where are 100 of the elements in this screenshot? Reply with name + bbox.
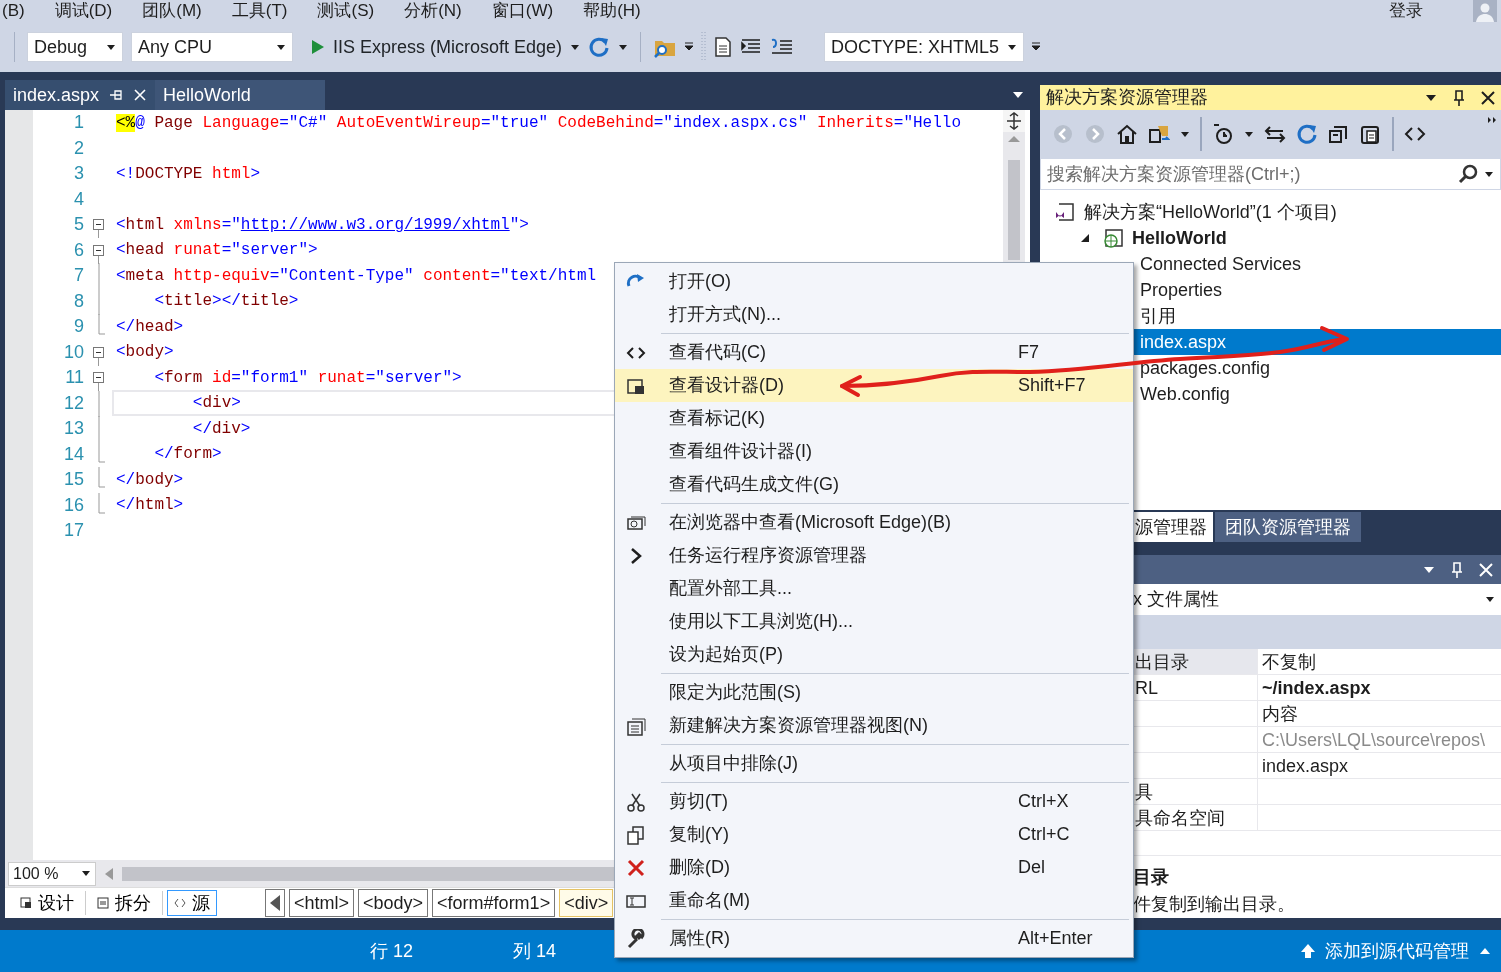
line-number: 4 <box>73 187 84 211</box>
collapse-icon[interactable] <box>1328 123 1350 145</box>
refresh-icon[interactable] <box>588 36 611 58</box>
code-line: </html> <box>115 495 185 517</box>
caret-icon <box>1485 596 1495 603</box>
overflow-icon[interactable] <box>685 42 694 52</box>
document-tab[interactable]: index.aspx <box>5 80 156 110</box>
outline-guide <box>97 492 106 514</box>
line-number: 17 <box>62 519 84 543</box>
copy-icon[interactable] <box>1360 123 1382 145</box>
breadcrumb[interactable]: <div> <box>559 889 614 917</box>
code-line: <head runat="server"> <box>115 240 319 262</box>
menu-item[interactable]: 查看设计器(D) Shift+F7 <box>615 369 1133 402</box>
line-number: 14 <box>62 442 84 466</box>
dropdown-icon[interactable] <box>1425 93 1437 102</box>
document-tab[interactable]: HelloWorld <box>155 80 326 110</box>
menu-item[interactable]: 查看标记(K) <box>615 402 1133 435</box>
home-icon[interactable] <box>1116 123 1138 145</box>
property-value: C:\Users\LQL\source\repos\ <box>1261 728 1486 752</box>
menu-item[interactable]: 属性(R) Alt+Enter <box>615 922 1133 955</box>
search-icon[interactable] <box>1458 164 1478 184</box>
menu-item[interactable]: 测试(S) <box>317 1 375 21</box>
menu-item[interactable]: 查看组件设计器(I) <box>615 435 1133 468</box>
document-icon[interactable] <box>714 37 733 57</box>
close-icon[interactable] <box>1481 90 1495 105</box>
pin-icon[interactable] <box>1453 89 1465 106</box>
line-number: 15 <box>62 468 84 492</box>
caret-up-icon[interactable] <box>1479 947 1491 955</box>
caret-icon <box>276 43 286 51</box>
menu-item[interactable]: 窗口(W) <box>491 1 554 21</box>
split-view-icon <box>97 897 109 909</box>
caret-icon <box>618 43 629 51</box>
comment-icon[interactable] <box>770 38 795 56</box>
breadcrumb[interactable]: <form#form1> <box>432 889 556 917</box>
configuration-dropdown[interactable]: Debug <box>27 32 123 62</box>
left-arrow-icon <box>269 894 281 912</box>
expanded-icon[interactable] <box>1080 233 1090 243</box>
tree-item[interactable]: HelloWorld <box>1040 225 1501 251</box>
web-project-icon <box>1102 227 1124 249</box>
breadcrumb[interactable]: <body> <box>358 889 429 917</box>
dropdown-icon[interactable] <box>1423 565 1435 574</box>
panel-tab[interactable]: 团队资源管理器 <box>1215 512 1361 542</box>
overflow-icon[interactable] <box>1487 116 1497 124</box>
search-field[interactable]: 搜索解决方案资源管理器(Ctrl+;) <box>1040 158 1501 190</box>
solution-icon <box>1054 201 1076 223</box>
menu-item[interactable]: 查看代码生成文件(G) <box>615 468 1133 501</box>
close-icon[interactable] <box>133 88 148 102</box>
menu-item[interactable]: 在浏览器中查看(Microsoft Edge)(B) <box>615 506 1133 539</box>
run-button[interactable]: IIS Express (Microsoft Edge) <box>311 33 581 61</box>
line-number: 8 <box>73 289 84 313</box>
property-value[interactable]: index.aspx <box>1258 752 1349 778</box>
sign-in-link[interactable]: 登录 <box>1389 1 1423 21</box>
menu-item[interactable]: 帮助(H) <box>583 1 641 21</box>
code-line: <form id="form1" runat="server"> <box>153 367 463 389</box>
menu-item[interactable]: 打开方式(N)... <box>615 298 1133 331</box>
tree-item[interactable]: 解决方案“HelloWorld”(1 个项目) <box>1040 199 1501 225</box>
doctype-dropdown[interactable]: DOCTYPE: XHTML5 <box>824 32 1025 62</box>
property-value[interactable]: 内容 <box>1258 700 1298 726</box>
delete-icon <box>626 857 646 878</box>
line-number: 6 <box>73 238 84 262</box>
menu-item[interactable]: 工具(T) <box>231 1 288 21</box>
copy-icon <box>626 824 646 845</box>
menu-item[interactable]: (B) <box>2 1 25 21</box>
zoom-dropdown[interactable]: 100 % <box>8 861 96 886</box>
pin-icon[interactable] <box>109 88 124 102</box>
view-tab[interactable]: 源 <box>167 890 217 916</box>
code-line: <meta http-equiv="Content-Type" content="text/html <box>115 265 598 287</box>
menu-item[interactable]: 团队(M) <box>142 1 202 21</box>
refresh-icon[interactable] <box>1296 123 1318 145</box>
source-control-button[interactable]: 添加到源代码管理 <box>1325 937 1469 965</box>
caret-icon <box>1180 130 1190 138</box>
sync-icon[interactable] <box>1148 123 1170 145</box>
breadcrumb-back-button[interactable] <box>265 889 285 917</box>
history-icon[interactable] <box>1212 123 1234 145</box>
menu-item[interactable]: 分析(N) <box>404 1 462 21</box>
swap-icon[interactable] <box>1264 123 1286 145</box>
wrench-icon <box>626 928 646 949</box>
menu-item[interactable]: 删除(D) Del <box>615 851 1133 884</box>
property-value[interactable]: 不复制 <box>1258 648 1316 674</box>
overflow-icon[interactable] <box>1032 42 1041 52</box>
code-line: <body> <box>115 342 175 364</box>
menu-item[interactable]: 新建解决方案资源管理器视图(N) <box>615 709 1133 742</box>
line-number: 5 <box>73 213 84 237</box>
caret-icon <box>570 43 581 51</box>
menu-item[interactable]: 从项目中排除(J) <box>615 747 1133 780</box>
caret-icon[interactable] <box>1484 170 1494 178</box>
code-line: <html xmlns="http://www.w3.org/1999/xhtml"> <box>115 214 530 236</box>
platform-dropdown[interactable]: Any CPU <box>131 32 293 62</box>
code-line: </div> <box>191 418 252 440</box>
menu-item[interactable]: 调试(D) <box>54 1 113 21</box>
menu-item[interactable]: 任务运行程序资源管理器 <box>615 539 1133 572</box>
breadcrumb[interactable]: <html> <box>289 889 355 917</box>
menu-item[interactable]: 重命名(M) <box>615 884 1133 917</box>
property-value[interactable]: ~/index.aspx <box>1258 674 1371 700</box>
indent-icon[interactable] <box>740 38 763 56</box>
menu-item[interactable]: 打开(O) <box>615 265 1133 298</box>
avatar-icon <box>1473 0 1497 22</box>
status-column: 列 14 <box>513 937 557 965</box>
tab-list-icon[interactable] <box>1012 91 1024 99</box>
split-icon[interactable] <box>1003 110 1025 132</box>
